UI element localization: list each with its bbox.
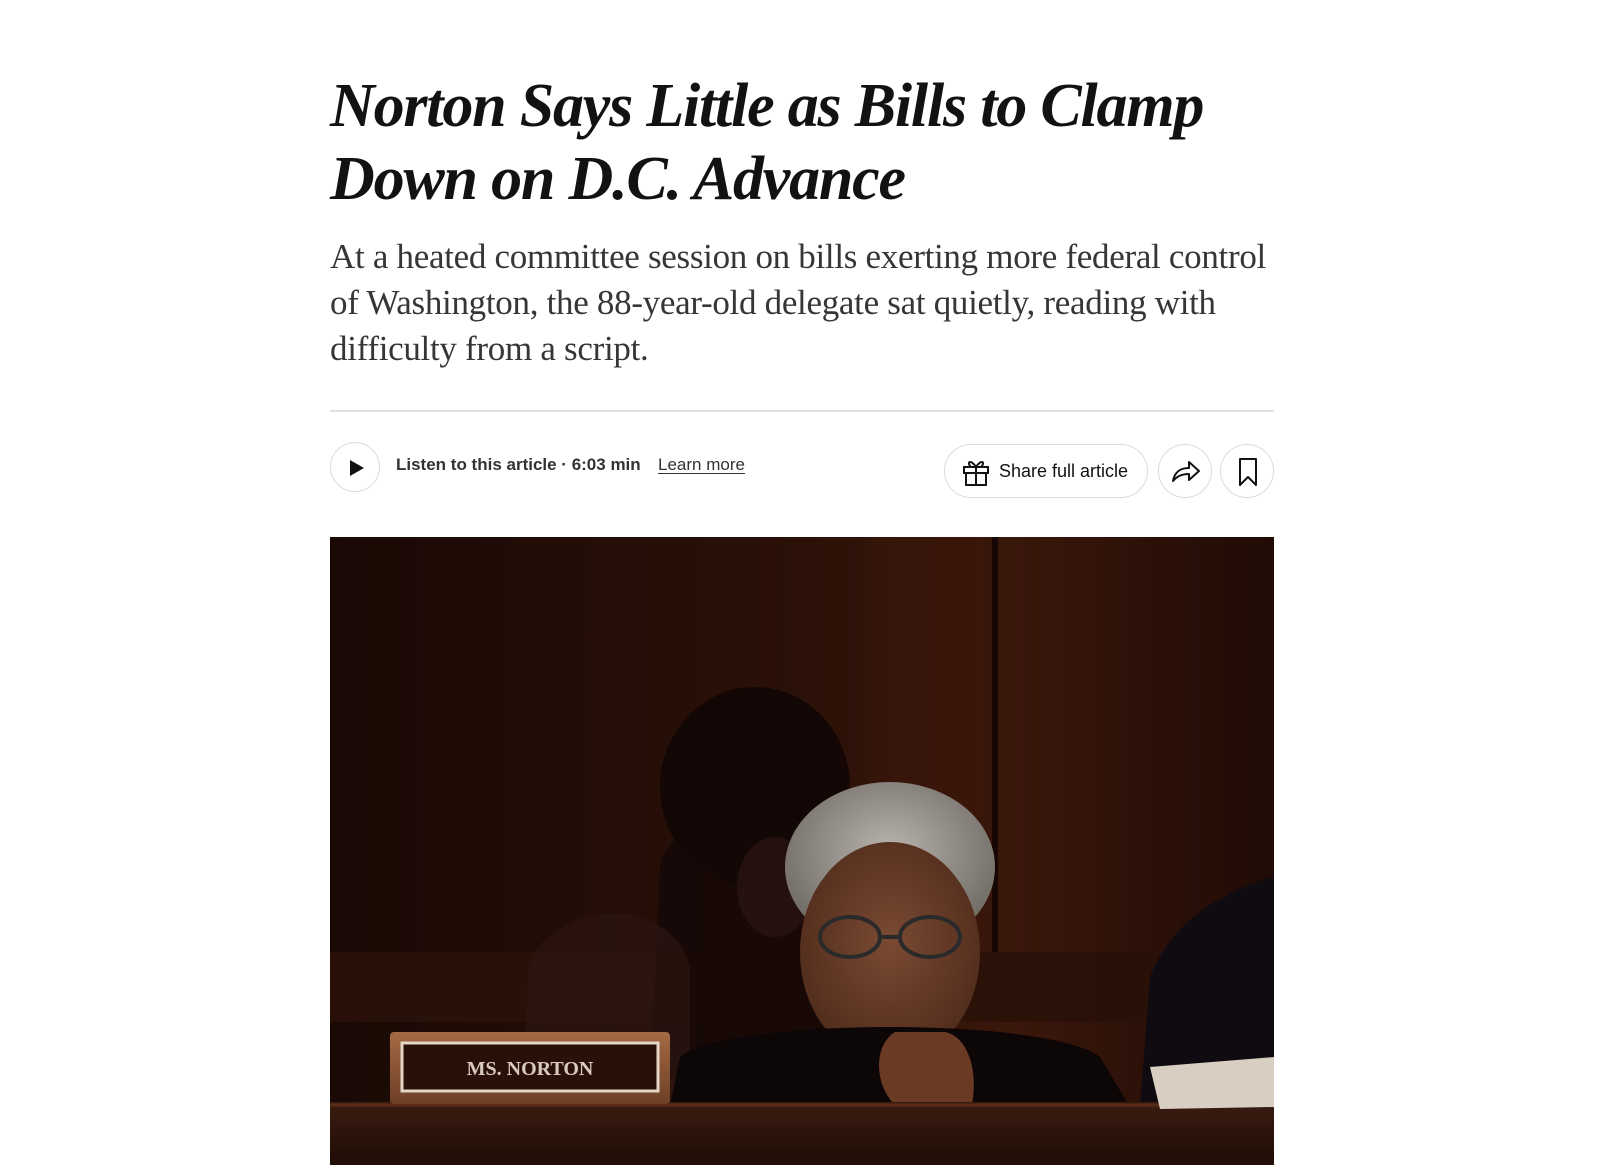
hearing-photo: MS. NORTON: [330, 537, 1274, 1165]
play-audio-button[interactable]: [330, 442, 380, 492]
share-full-article-label: Share full article: [999, 461, 1129, 481]
share-full-article-button[interactable]: Share full article: [944, 444, 1148, 498]
headline: Norton Says Little as Bills to Clamp Dow…: [330, 72, 1204, 213]
nameplate-text: MS. NORTON: [467, 1058, 594, 1080]
bookmark-icon: [1239, 458, 1257, 486]
article-photo[interactable]: MS. NORTON: [330, 537, 1274, 1165]
gift-icon: [963, 461, 989, 486]
learn-more-link[interactable]: Learn more: [658, 455, 745, 475]
play-icon: [350, 460, 364, 476]
summary: At a heated committee session on bills e…: [330, 237, 1266, 368]
listen-label: Listen to this article · 6:03 min: [396, 455, 641, 474]
divider: [330, 410, 1274, 412]
article-header: Norton Says Little as Bills to Clamp Dow…: [330, 0, 1274, 1165]
share-button[interactable]: [1158, 444, 1212, 498]
share-arrow-icon: [1172, 461, 1200, 482]
article-toolbar: Listen to this article · 6:03 min Learn …: [330, 442, 1274, 498]
save-bookmark-button[interactable]: [1220, 444, 1274, 498]
